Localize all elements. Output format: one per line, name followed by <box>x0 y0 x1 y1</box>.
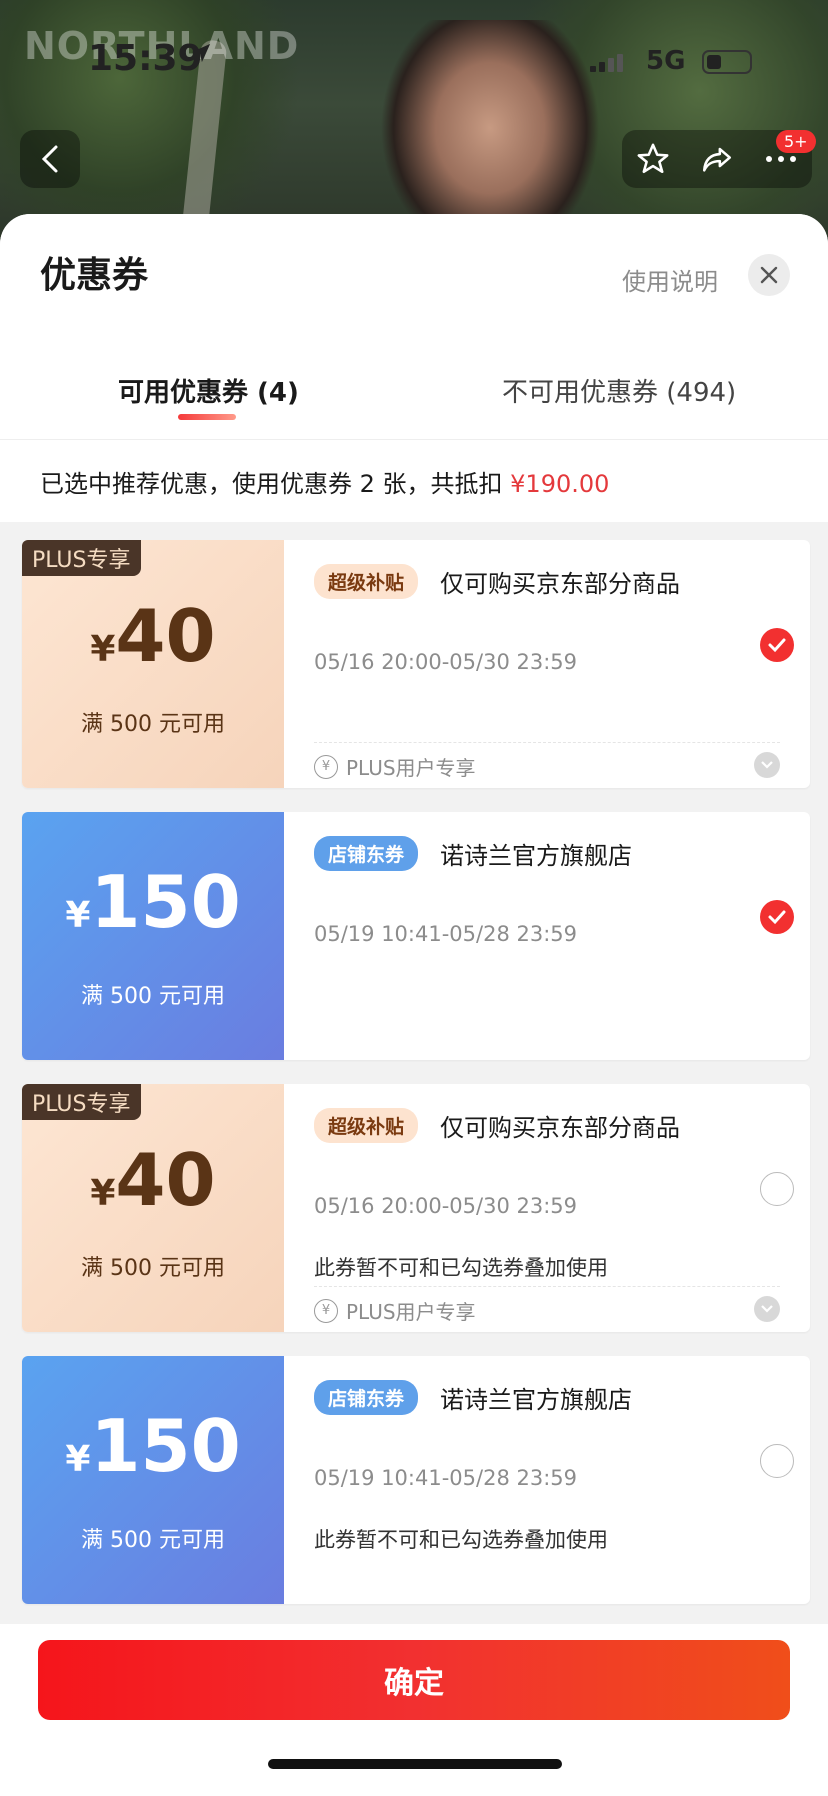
coupon-condition: 满 500 元可用 <box>81 712 225 737</box>
coupon-checkbox-unchecked[interactable] <box>760 1444 794 1478</box>
sheet-footer: 确定 <box>0 1624 828 1796</box>
coupon-value-panel: PLUS专享 ¥40 满 500 元可用 <box>22 540 284 788</box>
coupon-condition: 满 500 元可用 <box>81 1256 225 1281</box>
coupon-type-tag: 超级补贴 <box>314 564 419 599</box>
checkmark-icon <box>768 910 786 925</box>
summary-amount: ¥190.00 <box>510 470 610 498</box>
coupon-amount: ¥150 <box>22 860 284 944</box>
plus-exclusive-tag: PLUS专享 <box>22 540 141 576</box>
coupon-value-panel: ¥150 满 500 元可用 <box>22 1356 284 1604</box>
coupon-checkbox-checked[interactable] <box>760 628 794 662</box>
coupon-validity: 05/16 20:00-05/30 23:59 <box>314 650 578 674</box>
coupon-type-tag: 店铺东券 <box>314 836 419 871</box>
amount-value: 150 <box>90 860 241 944</box>
coupon-card[interactable]: PLUS专享 ¥40 满 500 元可用 超级补贴 仅可购买京东部分商品 05/… <box>22 1084 810 1332</box>
coupon-title: 诺诗兰官方旗舰店 <box>440 1386 632 1414</box>
stacking-note: 此券暂不可和已勾选券叠加使用 <box>314 1528 608 1552</box>
divider <box>314 742 780 743</box>
amount-value: 40 <box>115 1138 216 1222</box>
chevron-left-icon <box>41 145 58 173</box>
usage-instructions-link[interactable]: 使用说明 <box>622 262 718 297</box>
coupon-info: 超级补贴 仅可购买京东部分商品 05/16 20:00-05/30 23:59 … <box>284 540 810 788</box>
amount-value: 40 <box>115 594 216 678</box>
network-type: 5G <box>646 46 686 76</box>
coupon-type-tag: 超级补贴 <box>314 1108 419 1143</box>
coupon-value-panel: ¥150 满 500 元可用 <box>22 812 284 1060</box>
coupon-condition: 满 500 元可用 <box>81 1528 225 1553</box>
coupon-sheet: 优惠券 使用说明 可用优惠券 (4) 不可用优惠券 (494) 已选中推荐优惠，… <box>0 214 828 1796</box>
coupon-card[interactable]: ¥150 满 500 元可用 店铺东券 诺诗兰官方旗舰店 05/19 10:41… <box>22 1356 810 1604</box>
stacking-note: 此券暂不可和已勾选券叠加使用 <box>314 1256 608 1280</box>
home-indicator <box>268 1759 562 1769</box>
yen-circle-icon: ¥ <box>314 754 338 779</box>
coupon-validity: 05/16 20:00-05/30 23:59 <box>314 1194 578 1218</box>
expand-chevron-icon[interactable] <box>754 1296 780 1322</box>
plus-exclusive-tag: PLUS专享 <box>22 1084 141 1120</box>
more-icon[interactable] <box>764 154 798 164</box>
sheet-title: 优惠券 <box>40 255 149 296</box>
coupon-card[interactable]: ¥150 满 500 元可用 店铺东券 诺诗兰官方旗舰店 05/19 10:41… <box>22 812 810 1060</box>
summary-text: 已选中推荐优惠，使用优惠券 2 张，共抵扣 ¥190.00 <box>40 464 609 499</box>
status-time: 15:39 <box>88 38 203 79</box>
amount-value: 150 <box>90 1404 241 1488</box>
coupon-info: 店铺东券 诺诗兰官方旗舰店 05/19 10:41-05/28 23:59 <box>284 812 810 1060</box>
coupon-condition: 满 500 元可用 <box>81 984 225 1009</box>
chevron-down-icon <box>761 1305 773 1313</box>
coupon-title: 仅可购买京东部分商品 <box>440 1114 680 1142</box>
chevron-down-icon <box>761 761 773 769</box>
currency-symbol: ¥ <box>65 895 91 936</box>
status-bar: 15:39 5G <box>0 0 828 120</box>
location-arrow-icon <box>191 43 211 63</box>
checkmark-icon <box>768 638 786 653</box>
plus-footer-text: PLUS用户专享 <box>346 756 476 780</box>
coupon-validity: 05/19 10:41-05/28 23:59 <box>314 1466 578 1490</box>
plus-footer: ¥ PLUS用户专享 <box>314 1296 476 1325</box>
confirm-button[interactable]: 确定 <box>38 1640 790 1720</box>
coupon-card[interactable]: PLUS专享 ¥40 满 500 元可用 超级补贴 仅可购买京东部分商品 05/… <box>22 540 810 788</box>
share-icon[interactable] <box>699 142 735 176</box>
sheet-header: 优惠券 使用说明 可用优惠券 (4) 不可用优惠券 (494) <box>0 214 828 439</box>
message-count-badge: 5+ <box>776 130 816 153</box>
active-tab-indicator <box>178 414 236 420</box>
coupon-title: 诺诗兰官方旗舰店 <box>440 842 632 870</box>
close-icon <box>760 266 778 284</box>
coupon-checkbox-checked[interactable] <box>760 900 794 934</box>
currency-symbol: ¥ <box>90 1173 116 1214</box>
divider <box>314 1286 780 1287</box>
coupon-title: 仅可购买京东部分商品 <box>440 570 680 598</box>
coupon-validity: 05/19 10:41-05/28 23:59 <box>314 922 578 946</box>
coupon-value-panel: PLUS专享 ¥40 满 500 元可用 <box>22 1084 284 1332</box>
currency-symbol: ¥ <box>90 629 116 670</box>
signal-icon <box>590 54 623 72</box>
plus-footer: ¥ PLUS用户专享 <box>314 752 476 781</box>
coupon-amount: ¥40 <box>22 594 284 678</box>
coupon-amount: ¥150 <box>22 1404 284 1488</box>
currency-symbol: ¥ <box>65 1439 91 1480</box>
yen-circle-icon: ¥ <box>314 1298 338 1323</box>
back-button[interactable] <box>20 130 80 188</box>
star-icon[interactable] <box>636 142 670 176</box>
coupon-info: 超级补贴 仅可购买京东部分商品 05/16 20:00-05/30 23:59 … <box>284 1084 810 1332</box>
tab-unavailable-coupons[interactable]: 不可用优惠券 (494) <box>502 372 736 409</box>
coupon-amount: ¥40 <box>22 1138 284 1222</box>
close-button[interactable] <box>748 254 790 296</box>
plus-footer-text: PLUS用户专享 <box>346 1300 476 1324</box>
summary-label: 已选中推荐优惠，使用优惠券 2 张，共抵扣 <box>40 470 511 498</box>
coupon-list: PLUS专享 ¥40 满 500 元可用 超级补贴 仅可购买京东部分商品 05/… <box>0 522 828 1612</box>
discount-summary: 已选中推荐优惠，使用优惠券 2 张，共抵扣 ¥190.00 <box>0 439 828 522</box>
coupon-info: 店铺东券 诺诗兰官方旗舰店 05/19 10:41-05/28 23:59 此券… <box>284 1356 810 1604</box>
tab-available-coupons[interactable]: 可用优惠券 (4) <box>118 372 299 409</box>
expand-chevron-icon[interactable] <box>754 752 780 778</box>
coupon-type-tag: 店铺东券 <box>314 1380 419 1415</box>
battery-icon <box>702 50 752 74</box>
coupon-checkbox-unchecked[interactable] <box>760 1172 794 1206</box>
